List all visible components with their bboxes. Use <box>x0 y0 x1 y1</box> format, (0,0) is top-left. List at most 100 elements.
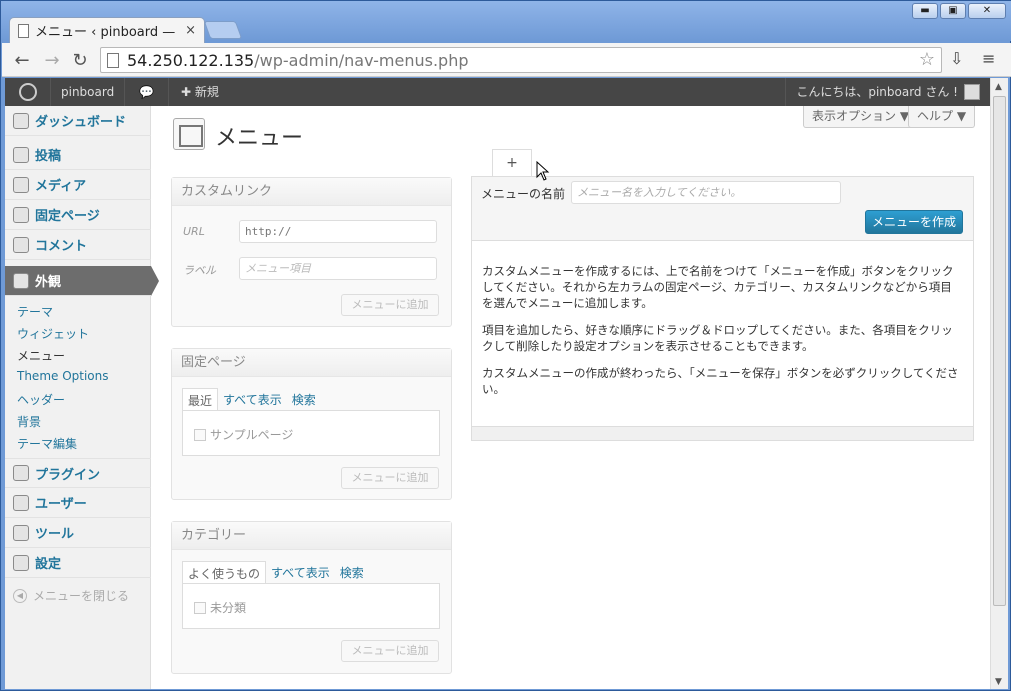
close-window-button[interactable]: ✕ <box>968 3 1006 19</box>
mouse-cursor-icon <box>536 161 550 181</box>
link-label-input[interactable]: メニュー項目 <box>239 257 437 280</box>
checkbox[interactable] <box>194 601 206 614</box>
minimize-button[interactable]: ▬ <box>912 3 938 19</box>
menu-editor-header: メニューの名前 メニュー名を入力してください。 メニューを作成 <box>472 177 973 241</box>
menu-editor: メニューの名前 メニュー名を入力してください。 メニューを作成 カスタムメニュー… <box>471 176 974 441</box>
sidebar-label: 外観 <box>35 275 62 290</box>
maximize-button[interactable]: ▣ <box>940 3 966 19</box>
screen-options-button[interactable]: 表示オプション ▼ <box>803 106 919 128</box>
address-bar[interactable]: 54.250.122.135/wp-admin/nav-menus.php ☆ <box>100 47 942 73</box>
tools-icon <box>13 524 29 541</box>
tab-title: メニュー ‹ pinboard — W <box>35 25 180 40</box>
site-name-link[interactable]: pinboard <box>51 78 126 106</box>
menu-name-input[interactable]: メニュー名を入力してください。 <box>571 181 841 204</box>
submenu-theme-options[interactable]: Theme Options <box>17 369 109 383</box>
scroll-up-icon[interactable]: ▲ <box>995 82 1002 92</box>
sidebar-item-tools[interactable]: ツール <box>5 518 151 548</box>
pages-box: 固定ページ 最近 すべて表示 検索 サンプルページ メニューに追加 <box>171 348 452 500</box>
forward-icon[interactable]: → <box>40 50 64 71</box>
menu-icon[interactable]: ≡ <box>982 49 995 68</box>
scroll-thumb[interactable] <box>993 96 1006 606</box>
submenu-header[interactable]: ヘッダー <box>17 391 65 408</box>
browser-window: メニュー ‹ pinboard — W × ▬ ▣ ✕ ← → ↻ 54.250… <box>0 0 1011 691</box>
url-path: /wp-admin/nav-menus.php <box>254 50 469 70</box>
submenu-background[interactable]: 背景 <box>17 413 41 430</box>
reload-icon[interactable]: ↻ <box>68 50 92 71</box>
browser-toolbar: ← → ↻ 54.250.122.135/wp-admin/nav-menus.… <box>2 43 1011 77</box>
document-icon <box>18 23 29 38</box>
sidebar-label: ダッシュボード <box>35 115 127 130</box>
wordpress-logo-icon[interactable] <box>5 78 51 106</box>
new-content-menu[interactable]: ✚ 新規 <box>171 78 229 106</box>
category-checkbox-item[interactable]: 未分類 <box>194 599 246 616</box>
comments-icon[interactable]: 💬 <box>125 78 169 106</box>
box-header[interactable]: 固定ページ <box>172 349 451 377</box>
checkbox-label: 未分類 <box>210 601 247 615</box>
box-header[interactable]: カテゴリー <box>172 522 451 550</box>
page-content: ダッシュボード 投稿 メディア 固定ページ コメント 外観 テーマ ウィジェット… <box>5 106 990 689</box>
sidebar-item-media[interactable]: メディア <box>5 170 151 200</box>
add-to-menu-button[interactable]: メニューに追加 <box>341 294 439 316</box>
appearance-icon <box>13 272 29 289</box>
plus-icon: ✚ <box>181 85 192 99</box>
sidebar-item-settings[interactable]: 設定 <box>5 548 151 578</box>
plugin-icon <box>13 465 29 481</box>
scroll-down-icon[interactable]: ▼ <box>995 677 1002 687</box>
menus-page-icon <box>173 118 205 150</box>
add-menu-tab[interactable]: + <box>492 149 532 176</box>
collapse-label: メニューを閉じる <box>33 589 130 603</box>
url-input[interactable]: http:// <box>239 220 437 243</box>
dashboard-icon <box>13 112 29 129</box>
menu-instructions: カスタムメニューを作成するには、上で名前をつけて「メニューを作成」ボタンをクリッ… <box>472 241 973 397</box>
page-icon <box>107 52 119 68</box>
sidebar-item-comments[interactable]: コメント <box>5 230 151 260</box>
tab-close-icon[interactable]: × <box>185 23 196 38</box>
create-menu-button[interactable]: メニューを作成 <box>865 210 963 234</box>
custom-links-box: カスタムリンク URL http:// ラベル メニュー項目 メニューに追加 <box>171 177 452 327</box>
sidebar-label: メディア <box>35 179 87 194</box>
checkbox[interactable] <box>194 428 206 441</box>
howdy-text: こんにちは、pinboard さん ! <box>796 85 958 99</box>
add-to-menu-button[interactable]: メニューに追加 <box>341 640 439 662</box>
back-icon[interactable]: ← <box>10 50 34 71</box>
add-to-menu-button[interactable]: メニューに追加 <box>341 467 439 489</box>
users-icon <box>13 494 29 511</box>
instruction-paragraph: カスタムメニューを作成するには、上で名前をつけて「メニューを作成」ボタンをクリッ… <box>482 264 954 310</box>
sidebar-label: ツール <box>35 527 75 542</box>
sidebar-label: コメント <box>35 239 88 254</box>
sidebar-item-plugins[interactable]: プラグイン <box>5 458 151 488</box>
download-icon[interactable]: ⇩ <box>950 49 963 68</box>
browser-tab[interactable]: メニュー ‹ pinboard — W × <box>9 17 205 43</box>
page-checkbox-item[interactable]: サンプルページ <box>194 426 293 443</box>
categories-box: カテゴリー よく使うもの すべて表示 検索 未分類 メニューに追加 <box>171 521 452 674</box>
sidebar-item-users[interactable]: ユーザー <box>5 488 151 518</box>
sidebar-label: 固定ページ <box>35 209 100 224</box>
page-scrollbar[interactable]: ▲ ▼ <box>990 78 1008 689</box>
new-tab-button[interactable] <box>203 21 243 39</box>
instruction-paragraph: 項目を追加したら、好きな順序にドラッグ＆ドロップしてください。また、各項目をクリ… <box>482 323 953 353</box>
submenu-themes[interactable]: テーマ <box>17 303 53 320</box>
submenu-widgets[interactable]: ウィジェット <box>17 325 89 342</box>
pages-tab-panel: サンプルページ <box>182 410 440 456</box>
pages-icon <box>13 206 29 223</box>
sidebar-item-appearance[interactable]: 外観 <box>5 266 159 296</box>
sidebar-item-pages[interactable]: 固定ページ <box>5 200 151 230</box>
sidebar-item-dashboard[interactable]: ダッシュボード <box>5 106 151 136</box>
comment-bubble-icon <box>13 236 29 253</box>
submenu-theme-editor[interactable]: テーマ編集 <box>17 435 77 452</box>
url-label: URL <box>183 225 205 238</box>
collapse-menu-button[interactable]: ◀ メニューを閉じる <box>13 587 129 604</box>
help-button[interactable]: ヘルプ ▼ <box>908 106 976 128</box>
checkbox-label: サンプルページ <box>210 428 294 442</box>
wp-admin-bar: pinboard 💬 ✚ 新規 こんにちは、pinboard さん ! <box>5 78 990 106</box>
menu-name-label: メニューの名前 <box>481 187 566 201</box>
bookmark-star-icon[interactable]: ☆ <box>919 49 935 70</box>
categories-tab-panel: 未分類 <box>182 583 440 629</box>
sidebar-label: 設定 <box>35 557 62 572</box>
submenu-menus[interactable]: メニュー <box>17 347 65 364</box>
label-label: ラベル <box>183 264 216 277</box>
box-header[interactable]: カスタムリンク <box>172 178 451 206</box>
sidebar-label: プラグイン <box>35 467 101 483</box>
sidebar-item-posts[interactable]: 投稿 <box>5 140 151 170</box>
user-menu[interactable]: こんにちは、pinboard さん ! <box>785 78 990 106</box>
